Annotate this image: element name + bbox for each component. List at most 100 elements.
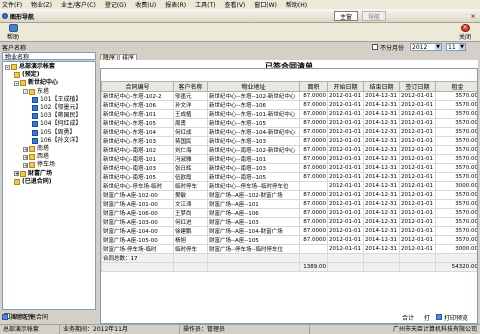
property-tree[interactable]: - 总部演示帐套 (预定) - 新世纪中心 - 东塔 101【王成植】 102【邬墨元】 103【… — [2, 61, 96, 310]
table-row[interactable]: 新世纪中心-南塔-103 张日辉 新世纪中心--南塔--103 87.0000 2012… — [101, 163, 477, 173]
expand-icon[interactable]: + — [23, 146, 28, 152]
column-header[interactable]: 租金 — [435, 81, 477, 92]
tree-item[interactable]: 102【邬墨元】 — [32, 104, 81, 112]
month-select[interactable]: 11 ▼ — [446, 43, 466, 51]
menu-item[interactable]: 帮助(H) — [286, 0, 307, 9]
expand-icon[interactable]: + — [23, 162, 28, 168]
table-row[interactable]: 新世纪中心-南塔-101 冯淑雅 新世纪中心--南塔--101 87.0000 2012… — [101, 154, 477, 164]
column-header[interactable]: 合同编号 — [101, 81, 174, 92]
not-by-month-checkbox[interactable]: 不分月份 — [372, 43, 414, 52]
table-row[interactable]: 财富广场-A座-102-00 樊敏 财富广场--A座--102-财富广场 87.000… — [101, 190, 477, 200]
table-row[interactable]: 财富广场-A座-101-00 文江涛 财富广场--A座--101 87.0000 201… — [101, 199, 477, 209]
tree-item[interactable]: 103【蒋国民】 — [32, 112, 81, 120]
tree-item[interactable]: 101【王成植】 — [32, 96, 81, 104]
table-cell: 2012-01-01 — [399, 181, 436, 191]
folder-icon — [14, 178, 20, 185]
main-window-button[interactable]: 主窗 — [334, 11, 358, 21]
column-header[interactable]: 签订日期 — [399, 81, 436, 92]
table-row[interactable]: 新世纪中心-东塔-103 蒋国民 新世纪中心--东塔--103 87.0000 2012… — [101, 136, 477, 146]
tree-item[interactable]: (预定) — [14, 71, 40, 79]
table-row[interactable]: 财富广场-停车场-临时 临时停车 财富广场--停车场--临时停车位 2012-01-0… — [101, 244, 477, 254]
checkbox-box[interactable] — [372, 44, 378, 50]
menu-item[interactable]: 文件(F) — [2, 0, 22, 9]
table-cell: 3570.00 — [435, 118, 477, 128]
table-cell: 2012-01-01 — [399, 244, 436, 254]
year-value: 2012 — [412, 43, 428, 51]
table-cell: 2014-12-31 — [363, 91, 400, 101]
tree-item[interactable]: 104【何红成】 — [32, 120, 81, 128]
menu-item[interactable]: 登记(G) — [105, 0, 126, 9]
table-cell: 54320.00 — [435, 262, 477, 272]
not-month-label: 不分月份 — [380, 44, 405, 52]
tree-item[interactable]: 105【周勇】 — [32, 129, 75, 137]
table-row[interactable]: 新世纪中心-东塔-105 周勇 新世纪中心--东塔--105 87.0000 2012-… — [101, 118, 477, 128]
table-row[interactable]: 财富广场-A座-105-00 杨旭 财富广场--A座--105 87.0000 2012… — [101, 235, 477, 245]
year-select[interactable]: 2012 ▼ — [410, 43, 442, 51]
tree-item[interactable]: + 西塔 — [23, 153, 49, 161]
tree-item[interactable]: 106【孙文洋】 — [32, 137, 81, 145]
print-button[interactable]: 打 — [420, 312, 434, 322]
chevron-down-icon[interactable]: ▼ — [435, 44, 441, 50]
column-header[interactable]: 物业地址 — [207, 81, 300, 92]
table-row[interactable]: 新世纪中心-东塔-104 何红成 新世纪中心--东塔--104-新世纪中心 87.00… — [101, 127, 477, 137]
other-conditions-button[interactable]: 其他条件 — [2, 311, 42, 322]
table-cell: 财富广场--A座--106 — [207, 208, 300, 218]
table-row[interactable]: 财富广场-A座-106-00 王梦尚 财富广场--A座--106 87.0000 201… — [101, 208, 477, 218]
collapse-icon[interactable]: - — [23, 89, 28, 95]
tree-item-label: 104【何红成】 — [40, 120, 82, 128]
table-cell: 87.0000 — [299, 172, 328, 182]
table-row[interactable]: 财富广场-A座-104-00 徐建鹏 财富广场--A座--104-财富广场 87.00… — [101, 226, 477, 236]
menu-item[interactable]: 查看(V) — [224, 0, 245, 9]
column-header[interactable]: 面积 — [299, 81, 328, 92]
table-cell: 2012-01-01 — [399, 109, 436, 119]
room-icon — [32, 96, 38, 103]
table-cell: 2014-12-31 — [363, 154, 400, 164]
expand-icon[interactable]: + — [14, 171, 19, 177]
table-row[interactable]: 财富广场-A座-103-00 何红进 财富广场--A座--103 87.0000 201… — [101, 217, 477, 227]
table-cell: 2012-01-01 — [327, 208, 364, 218]
menu-item[interactable]: 窗口(W) — [254, 0, 277, 9]
tree-item[interactable]: + 停车场 — [23, 161, 55, 169]
column-header[interactable]: 结束日期 — [363, 81, 400, 92]
menu-item[interactable]: 报表(R) — [165, 0, 186, 9]
tree-item[interactable]: (已退合同) — [14, 178, 52, 186]
room-icon — [32, 105, 38, 111]
table-cell: 87.0000 — [299, 145, 328, 155]
column-header[interactable]: 开始日期 — [327, 81, 364, 92]
filter-icon — [2, 313, 8, 320]
close-icon[interactable]: × — [468, 11, 478, 21]
tree-item-label: 南塔 — [37, 145, 50, 152]
table-cell: 新世纪中心-南塔-101 — [101, 154, 174, 164]
table-row[interactable]: 新世纪中心-东塔-106 孙文洋 新世纪中心--东塔--106 87.0000 2012… — [101, 100, 477, 110]
close-window-button[interactable]: × 关闭 — [453, 24, 477, 41]
table-row[interactable]: 新世纪中心-南塔-102 刘仁海 新世纪中心--南塔--102-新世纪中心 87.00… — [101, 145, 477, 155]
menu-item[interactable]: 业主/客户(C) — [61, 0, 96, 9]
tree-item[interactable]: - 东塔 — [23, 88, 49, 96]
status-period: 业务期间：2012年11月 — [60, 325, 180, 334]
table-row[interactable]: 新世纪中心-南塔-105 伍欧霞 新世纪中心--南塔--105 87.0000 2012… — [101, 172, 477, 182]
table-cell: 3570.00 — [435, 145, 477, 155]
table-cell: 新世纪中心--东塔--103 — [207, 136, 300, 146]
tree-item[interactable]: + 财富广场 — [14, 170, 52, 178]
table-row[interactable]: 新世纪中心-停车场-临时 临时停车 新世纪中心--停车场--临时停车位 2012-01… — [101, 181, 477, 191]
table-row[interactable]: 新世纪中心-东塔-101 王成植 新世纪中心--东塔--101-新世纪中心 87.00… — [101, 109, 477, 119]
nav-graph-tab[interactable]: 图形导航 — [2, 11, 52, 21]
menu-item[interactable]: 工具(T) — [195, 0, 215, 9]
tree-item[interactable]: - 总部演示帐套 — [5, 63, 55, 71]
collapse-icon[interactable]: - — [14, 80, 19, 86]
menu-item[interactable]: 收费(U) — [135, 0, 156, 9]
print-preview-button[interactable]: 打印预览 — [436, 312, 478, 322]
help-button[interactable]: 帮助 — [2, 24, 24, 41]
chevron-down-icon[interactable]: ▼ — [459, 44, 465, 50]
column-header[interactable]: 客户名称 — [173, 81, 208, 92]
table-row[interactable]: 新世纪中心-东塔-102-2 邬墨元 新世纪中心--东塔--102-新世纪中心 87.… — [101, 91, 477, 101]
table-cell: 合同总数：17 — [101, 253, 174, 263]
sum-button[interactable]: 合计 — [398, 312, 418, 322]
tree-item[interactable]: - 新世纪中心 — [14, 79, 58, 87]
collapse-icon[interactable]: - — [5, 64, 10, 70]
tree-item[interactable]: + 南塔 — [23, 145, 49, 153]
tree-item-label: 西塔 — [37, 153, 50, 161]
navigation-button[interactable]: 导航 — [362, 11, 386, 21]
menu-item[interactable]: 物业(Z) — [31, 0, 52, 9]
expand-icon[interactable]: + — [23, 154, 28, 160]
